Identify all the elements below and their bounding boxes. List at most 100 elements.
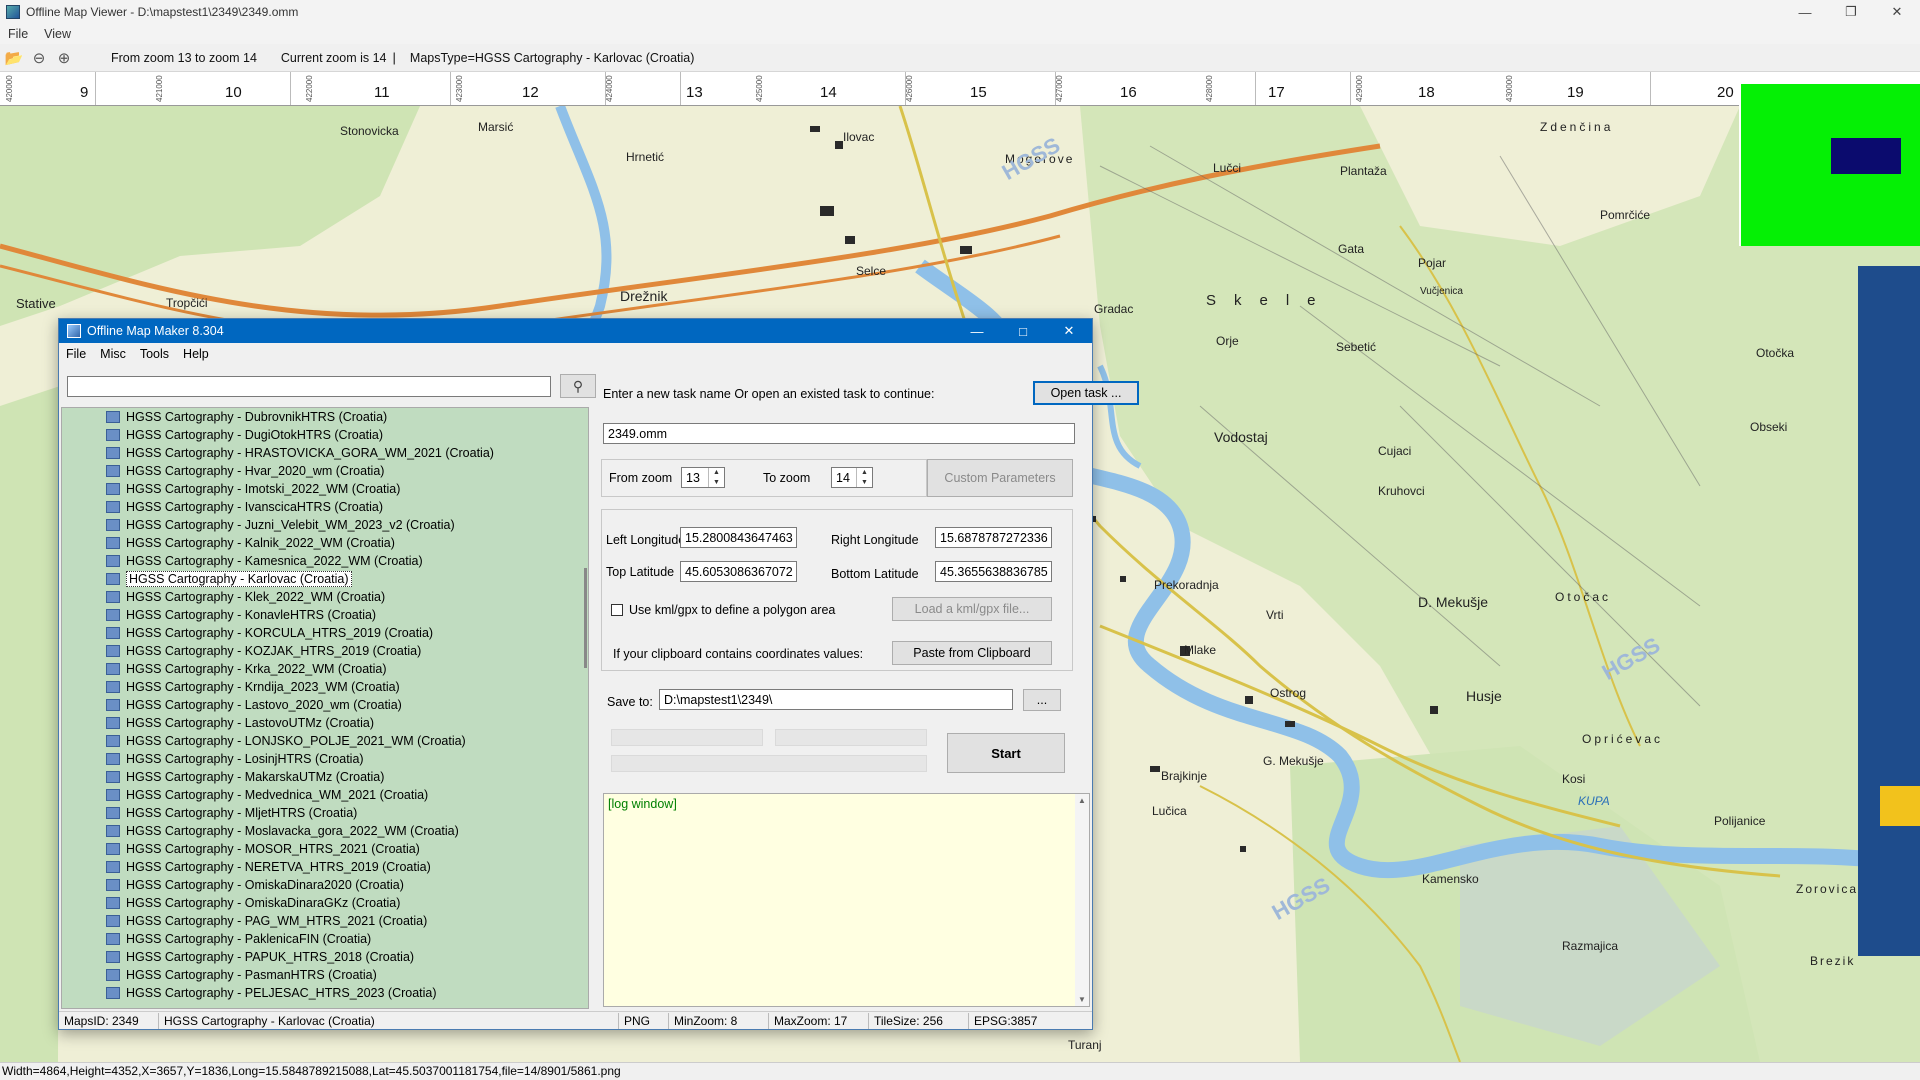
map-list-item[interactable]: HGSS Cartography - PaklenicaFIN (Croatia…	[106, 930, 371, 948]
chevron-up-icon[interactable]: ▲	[1078, 796, 1086, 805]
left-longitude-input[interactable]: 15.2800843647463	[680, 527, 797, 548]
log-window[interactable]: [log window] ▲ ▼	[603, 793, 1090, 1007]
map-list-item[interactable]: HGSS Cartography - Krndija_2023_WM (Croa…	[106, 678, 400, 696]
map-list-item[interactable]: HGSS Cartography - LastovoUTMz (Croatia)	[106, 714, 374, 732]
close-icon[interactable]: ✕	[1046, 319, 1092, 343]
menu-tools[interactable]: Tools	[133, 347, 176, 361]
chevron-down-icon[interactable]: ▼	[1078, 995, 1086, 1004]
to-zoom-label: To zoom	[763, 471, 811, 485]
zoom-out-icon[interactable]: ⊖	[28, 47, 50, 69]
top-latitude-input[interactable]: 45.6053086367072	[680, 561, 797, 582]
map-list-item[interactable]: HGSS Cartography - PasmanHTRS (Croatia)	[106, 966, 377, 984]
search-button[interactable]: ⚲	[560, 374, 596, 398]
menu-view[interactable]: View	[36, 27, 79, 41]
map-list-item[interactable]: HGSS Cartography - Kamesnica_2022_WM (Cr…	[106, 552, 423, 570]
maximize-icon[interactable]: □	[1000, 319, 1046, 343]
overview-minimap[interactable]	[1739, 84, 1920, 246]
map-place-label: G. Mekušje	[1263, 754, 1324, 768]
map-list-item[interactable]: HGSS Cartography - NERETVA_HTRS_2019 (Cr…	[106, 858, 431, 876]
minimize-icon[interactable]: —	[1782, 0, 1828, 24]
map-list-item[interactable]: HGSS Cartography - DubrovnikHTRS (Croati…	[106, 408, 387, 426]
dialog-titlebar[interactable]: Offline Map Maker 8.304 — □ ✕	[59, 319, 1092, 343]
map-list-item[interactable]: HGSS Cartography - Karlovac (Croatia)	[106, 570, 352, 588]
from-zoom-stepper[interactable]: ▲ ▼	[708, 468, 724, 487]
map-search-input[interactable]	[67, 376, 551, 397]
map-list-item-label: HGSS Cartography - PaklenicaFIN (Croatia…	[126, 932, 372, 946]
task-name-input[interactable]: 2349.omm	[603, 423, 1075, 444]
list-scroll-thumb[interactable]	[584, 568, 587, 668]
load-kml-button[interactable]: Load a kml/gpx file...	[892, 597, 1052, 621]
map-list-item[interactable]: HGSS Cartography - DugiOtokHTRS (Croatia…	[106, 426, 383, 444]
menu-help[interactable]: Help	[176, 347, 216, 361]
open-task-button[interactable]: Open task ...	[1033, 381, 1139, 405]
menu-misc[interactable]: Misc	[93, 347, 133, 361]
ruler-number: 20	[1717, 84, 1734, 101]
map-list-item[interactable]: HGSS Cartography - KonavleHTRS (Croatia)	[106, 606, 376, 624]
ruler-coordinate: 426000	[905, 75, 914, 102]
map-list-item[interactable]: HGSS Cartography - MljetHTRS (Croatia)	[106, 804, 357, 822]
map-type-list[interactable]: HGSS Cartography - DubrovnikHTRS (Croati…	[61, 407, 589, 1009]
map-list-item[interactable]: HGSS Cartography - Juzni_Velebit_WM_2023…	[106, 516, 455, 534]
map-list-item[interactable]: HGSS Cartography - MakarskaUTMz (Croatia…	[106, 768, 384, 786]
map-list-item[interactable]: HGSS Cartography - Medvednica_WM_2021 (C…	[106, 786, 428, 804]
map-tile-icon	[106, 825, 120, 837]
use-kml-checkbox[interactable]	[611, 604, 623, 616]
list-scrollbar[interactable]	[578, 408, 588, 1008]
map-place-label: Skele	[1206, 292, 1334, 309]
menu-file[interactable]: File	[0, 27, 36, 41]
toolbar-separator: |	[392, 50, 396, 65]
map-list-item[interactable]: HGSS Cartography - PELJESAC_HTRS_2023 (C…	[106, 984, 437, 1002]
to-zoom-stepper[interactable]: ▲ ▼	[856, 468, 872, 487]
map-list-item[interactable]: HGSS Cartography - OmiskaDinara2020 (Cro…	[106, 876, 404, 894]
map-list-item[interactable]: HGSS Cartography - PAPUK_HTRS_2018 (Croa…	[106, 948, 414, 966]
map-list-item[interactable]: HGSS Cartography - Hvar_2020_wm (Croatia…	[106, 462, 384, 480]
map-tile-icon	[106, 573, 120, 585]
chevron-down-icon[interactable]: ▼	[861, 479, 868, 486]
map-list-item[interactable]: HGSS Cartography - LONJSKO_POLJE_2021_WM…	[106, 732, 466, 750]
bottom-latitude-input[interactable]: 45.3655638836785	[935, 561, 1052, 582]
map-place-label: Ostrog	[1270, 686, 1307, 700]
map-list-item-label: HGSS Cartography - LONJSKO_POLJE_2021_WM…	[126, 734, 466, 748]
close-icon[interactable]: ✕	[1874, 0, 1920, 24]
map-tile-icon	[106, 501, 120, 513]
map-list-item[interactable]: HGSS Cartography - Kalnik_2022_WM (Croat…	[106, 534, 395, 552]
custom-parameters-button[interactable]: Custom Parameters	[927, 459, 1073, 497]
zoom-in-icon[interactable]: ⊕	[53, 47, 75, 69]
map-place-label: Ilovac	[843, 130, 875, 144]
search-icon: ⚲	[572, 377, 584, 394]
browse-button[interactable]: ...	[1023, 689, 1061, 711]
right-longitude-input[interactable]: 15.6878787272336	[935, 527, 1052, 548]
map-list-item[interactable]: HGSS Cartography - IvanscicaHTRS (Croati…	[106, 498, 383, 516]
app-icon	[6, 5, 20, 19]
map-list-item[interactable]: HGSS Cartography - OmiskaDinaraGKz (Croa…	[106, 894, 400, 912]
paste-from-clipboard-button[interactable]: Paste from Clipboard	[892, 641, 1052, 665]
ruler-number: 9	[80, 84, 89, 101]
map-place-label: Zdenčina	[1540, 120, 1614, 134]
overview-viewport[interactable]	[1831, 138, 1901, 174]
map-list-item[interactable]: HGSS Cartography - Krka_2022_WM (Croatia…	[106, 660, 387, 678]
map-place-label: Razmajica	[1562, 939, 1619, 953]
viewer-menubar: File View	[0, 24, 1920, 44]
map-list-item[interactable]: HGSS Cartography - HRASTOVICKA_GORA_WM_2…	[106, 444, 494, 462]
map-list-item[interactable]: HGSS Cartography - LosinjHTRS (Croatia)	[106, 750, 364, 768]
map-list-item[interactable]: HGSS Cartography - PAG_WM_HTRS_2021 (Cro…	[106, 912, 427, 930]
chevron-down-icon[interactable]: ▼	[713, 479, 720, 486]
map-list-item[interactable]: HGSS Cartography - KORCULA_HTRS_2019 (Cr…	[106, 624, 433, 642]
save-to-input[interactable]: D:\mapstest1\2349\	[659, 689, 1013, 710]
map-list-item[interactable]: HGSS Cartography - KOZJAK_HTRS_2019 (Cro…	[106, 642, 421, 660]
map-list-item-label: HGSS Cartography - Medvednica_WM_2021 (C…	[126, 788, 429, 802]
map-tile-icon	[106, 681, 120, 693]
map-list-item[interactable]: HGSS Cartography - Klek_2022_WM (Croatia…	[106, 588, 385, 606]
maximize-icon[interactable]: ❐	[1828, 0, 1874, 24]
minimize-icon[interactable]: —	[954, 319, 1000, 343]
chevron-up-icon[interactable]: ▲	[861, 469, 868, 476]
chevron-up-icon[interactable]: ▲	[713, 469, 720, 476]
map-list-item[interactable]: HGSS Cartography - Imotski_2022_WM (Croa…	[106, 480, 400, 498]
menu-file[interactable]: File	[59, 347, 93, 361]
map-list-item[interactable]: HGSS Cartography - Moslavacka_gora_2022_…	[106, 822, 459, 840]
map-list-item[interactable]: HGSS Cartography - Lastovo_2020_wm (Croa…	[106, 696, 402, 714]
log-scrollbar[interactable]: ▲ ▼	[1075, 794, 1089, 1006]
start-button[interactable]: Start	[947, 733, 1065, 773]
open-folder-icon[interactable]: 📂	[3, 47, 25, 69]
map-list-item[interactable]: HGSS Cartography - MOSOR_HTRS_2021 (Croa…	[106, 840, 420, 858]
